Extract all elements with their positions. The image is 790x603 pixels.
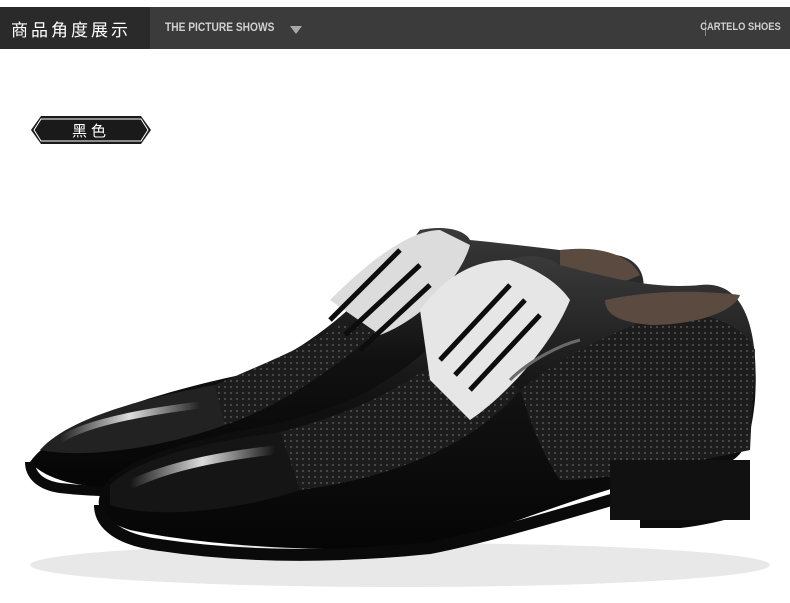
header-title-block: 商品角度展示	[0, 7, 150, 49]
product-photo	[0, 150, 790, 599]
header-brand: CARTELO SHOES	[700, 21, 781, 33]
section-header-bar: 商品角度展示 THE PICTURE SHOWS CARTELO SHOES	[0, 7, 790, 49]
header-title-cn: 商品角度展示	[11, 21, 131, 41]
color-tag: 黑色	[31, 116, 151, 144]
shoes-image	[25, 228, 770, 587]
down-arrow-icon	[290, 26, 302, 34]
color-tag-label: 黑色	[71, 122, 110, 140]
header-title-en: THE PICTURE SHOWS	[165, 20, 275, 34]
